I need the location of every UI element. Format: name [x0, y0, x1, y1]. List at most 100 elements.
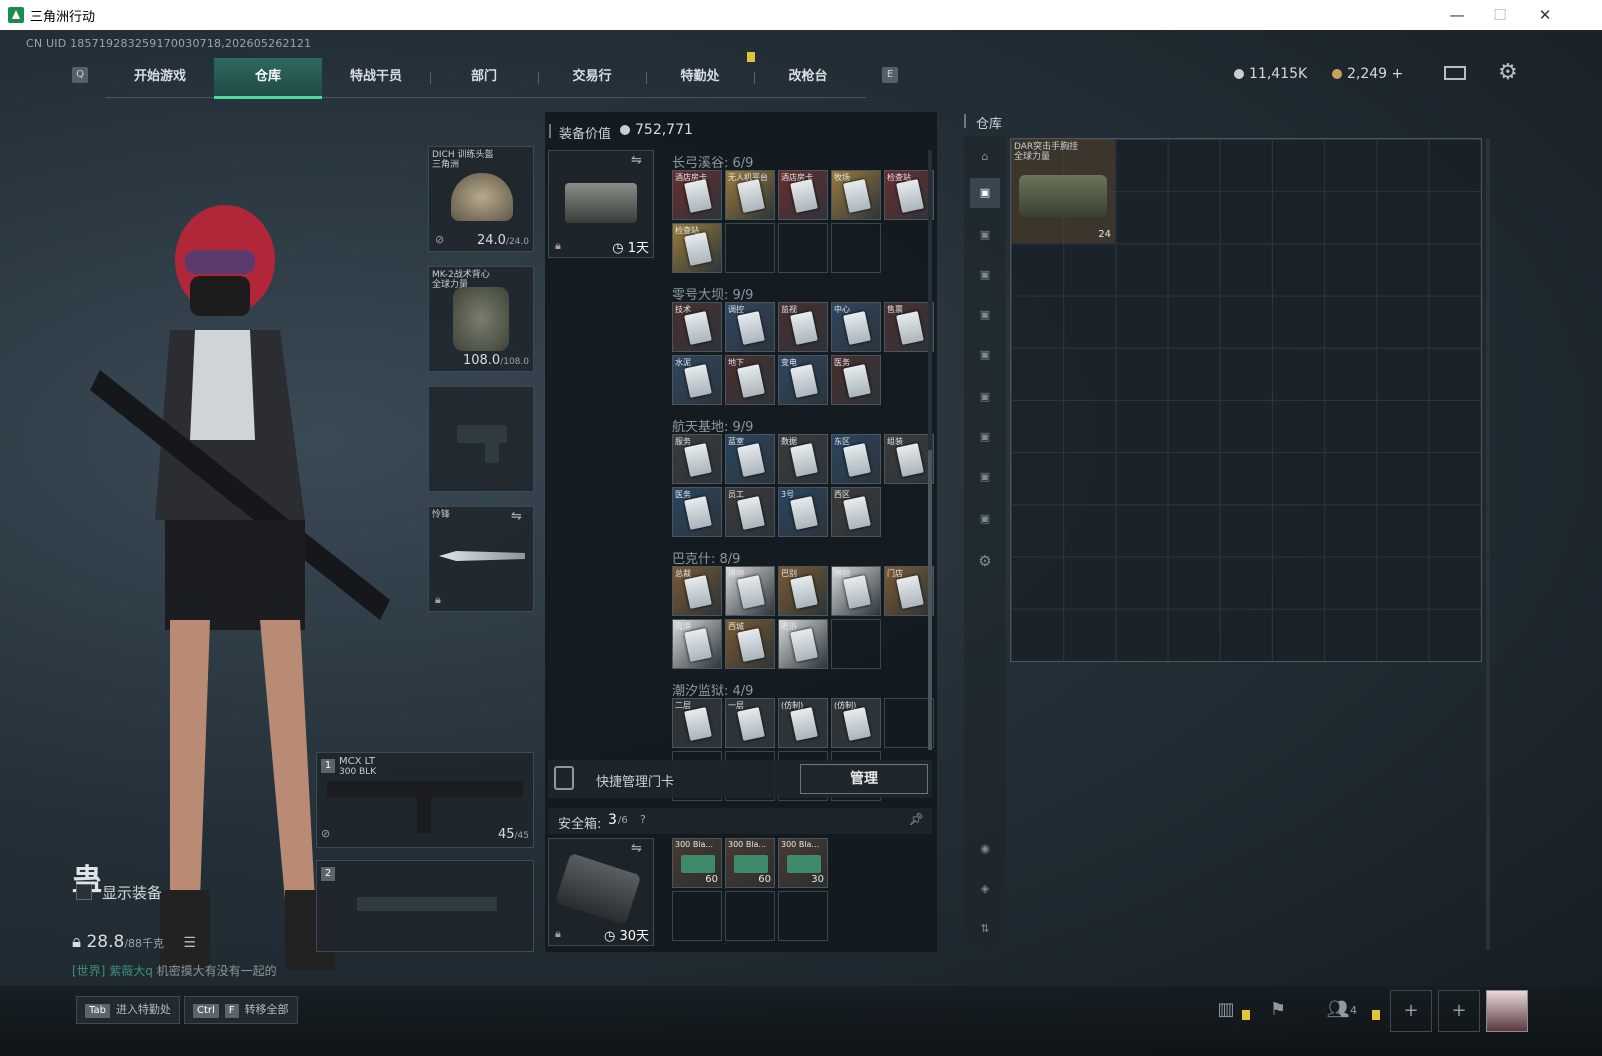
flag-icon[interactable]: ⚑ — [1258, 990, 1298, 1030]
keycard-empty-slot[interactable] — [725, 223, 775, 273]
safebox-ammo-item[interactable]: 300 Bla... 60 — [725, 838, 775, 888]
tab-special-ops[interactable]: 特勤处 — [646, 58, 754, 96]
invite-slot-1-plus-icon[interactable]: + — [1390, 990, 1432, 1032]
swap-icon[interactable]: ⇋ — [631, 153, 642, 168]
keycard-item[interactable]: 东区 — [831, 434, 881, 484]
keycard-item[interactable]: 博物 — [831, 566, 881, 616]
transfer-all-button[interactable]: Ctrl F 转移全部 — [184, 996, 298, 1024]
keycard-item[interactable]: 博物 — [725, 566, 775, 616]
tab-department[interactable]: 部门 — [430, 58, 538, 96]
storage-page-8-icon[interactable]: ▣ — [970, 462, 1000, 492]
keycard-scrollbar[interactable] — [928, 150, 932, 750]
storage-item-chest-rig[interactable]: DAR突击手胸挂 全球力量 24 — [1011, 139, 1115, 243]
keycard-item[interactable]: 酒店房卡 — [778, 170, 828, 220]
storage-page-2-icon[interactable]: ▣ — [970, 220, 1000, 250]
keycard-item[interactable]: 3号 — [778, 487, 828, 537]
keycard-item[interactable]: (仿制) — [831, 698, 881, 748]
keycard-empty-slot[interactable] — [778, 223, 828, 273]
keycard-item[interactable]: 监视 — [778, 302, 828, 352]
tab-operators[interactable]: 特战干员 — [322, 58, 430, 96]
melee-slot[interactable]: 怜锋 ⇋ 🔒︎ — [428, 506, 534, 612]
keycard-item[interactable]: 检查站 — [884, 170, 934, 220]
storage-sort-icon[interactable]: ⇅ — [970, 914, 1000, 944]
keycard-item[interactable]: 中心 — [831, 302, 881, 352]
keycard-item[interactable]: 地下 — [725, 355, 775, 405]
tab-gunsmith[interactable]: 改枪台 — [754, 58, 862, 96]
swap-icon[interactable]: ⇋ — [631, 841, 642, 856]
keycard-item[interactable]: 老浴 — [778, 619, 828, 669]
keycard-empty-slot[interactable] — [884, 698, 934, 748]
keycard-empty-slot[interactable] — [831, 223, 881, 273]
keycard-item[interactable]: 巴别 — [778, 566, 828, 616]
keycard-item[interactable]: 一层 — [725, 698, 775, 748]
keycard-item[interactable]: 海港 — [672, 619, 722, 669]
keycard-item[interactable]: 组装 — [884, 434, 934, 484]
pistol-slot[interactable] — [428, 386, 534, 492]
keycard-item[interactable]: 二层 — [672, 698, 722, 748]
tab-start-game[interactable]: 开始游戏 — [106, 58, 214, 96]
keycard-item[interactable]: 售票 — [884, 302, 934, 352]
storage-layers-icon[interactable]: ◈ — [970, 874, 1000, 904]
mail-icon[interactable] — [1444, 66, 1466, 80]
keycard-item[interactable]: 西区 — [831, 487, 881, 537]
storage-character-icon[interactable]: ◉ — [970, 834, 1000, 864]
keycard-item[interactable]: 总裁 — [672, 566, 722, 616]
safebox-empty-slot[interactable] — [778, 891, 828, 941]
keycard-item[interactable]: 变电 — [778, 355, 828, 405]
safebox-slot[interactable]: ⇋ 🔒︎ ◷ 30天 — [548, 838, 654, 946]
show-equipment-toggle[interactable]: 显示装备 — [76, 882, 162, 903]
settings-gear-icon[interactable]: ⚙ — [1498, 60, 1518, 85]
list-icon[interactable]: ☰ — [183, 935, 196, 951]
minimize-icon[interactable]: — — [1442, 4, 1472, 26]
keycard-item[interactable]: 员工 — [725, 487, 775, 537]
keycard-item[interactable]: 医务 — [831, 355, 881, 405]
chat-line[interactable]: [世界] 紫薇大q 机密摸大有没有一起的 — [72, 962, 277, 979]
keycard-item[interactable]: 牧场 — [831, 170, 881, 220]
keycard-item[interactable]: 调控 — [725, 302, 775, 352]
pin-icon[interactable]: 📌︎ — [909, 812, 924, 826]
armor-slot[interactable]: MK-2战术背心 全球力量 108.0/108.0 — [428, 266, 534, 372]
primary-weapon-slot-1[interactable]: 1 MCX LT 300 BLK ⊘ 45/45 — [316, 752, 534, 848]
close-icon[interactable]: ✕ — [1530, 4, 1560, 26]
keycard-empty-slot[interactable] — [831, 619, 881, 669]
tab-warehouse[interactable]: 仓库 — [214, 58, 322, 99]
keycard-item[interactable]: 无人机平台 — [725, 170, 775, 220]
keycard-item[interactable]: (仿制) — [778, 698, 828, 748]
enter-special-ops-button[interactable]: Tab 进入特勤处 — [76, 996, 180, 1024]
storage-page-3-icon[interactable]: ▣ — [970, 260, 1000, 290]
safebox-ammo-item[interactable]: 300 Bla... 30 — [778, 838, 828, 888]
storage-page-1-icon[interactable]: ▣ — [970, 178, 1000, 208]
keycard-item[interactable]: 服务 — [672, 434, 722, 484]
primary-weapon-slot-2[interactable]: 2 — [316, 860, 534, 952]
storage-page-5-icon[interactable]: ▣ — [970, 340, 1000, 370]
helmet-slot[interactable]: DICH 训练头盔 三角洲 ⊘ 24.0/24.0 — [428, 146, 534, 252]
keycard-item[interactable]: 西城 — [725, 619, 775, 669]
gold-currency[interactable]: 2,249 + — [1332, 66, 1403, 82]
keycard-item[interactable]: 蓝室 — [725, 434, 775, 484]
keycard-item[interactable]: 检查站 — [672, 223, 722, 273]
stats-chart-icon[interactable]: ▥ — [1206, 990, 1246, 1030]
storage-scrollbar[interactable] — [1486, 138, 1490, 950]
keycard-item[interactable]: 水泥 — [672, 355, 722, 405]
nav-left-key[interactable]: Q — [72, 67, 88, 83]
storage-settings-icon[interactable]: ⚙ — [970, 546, 1000, 576]
keycard-item[interactable]: 酒店房卡 — [672, 170, 722, 220]
storage-home-icon[interactable]: ⌂ — [970, 142, 1000, 172]
player-avatar[interactable] — [1486, 990, 1528, 1032]
keycard-holder-slot[interactable]: ⇋ 🔒︎ ◷ 1天 — [548, 150, 654, 258]
keycard-item[interactable]: 门店 — [884, 566, 934, 616]
safebox-empty-slot[interactable] — [725, 891, 775, 941]
nav-right-key[interactable]: E — [882, 67, 898, 83]
maximize-icon[interactable]: ☐ — [1485, 4, 1515, 26]
tab-trading[interactable]: 交易行 — [538, 58, 646, 96]
keycard-item[interactable]: 技术 — [672, 302, 722, 352]
safebox-empty-slot[interactable] — [672, 891, 722, 941]
safebox-help-icon[interactable]: ? — [640, 813, 646, 826]
storage-page-4-icon[interactable]: ▣ — [970, 300, 1000, 330]
safebox-ammo-item[interactable]: 300 Bla... 60 — [672, 838, 722, 888]
storage-page-6-icon[interactable]: ▣ — [970, 382, 1000, 412]
storage-page-9-icon[interactable]: ▣ — [970, 504, 1000, 534]
manage-button[interactable]: 管理 — [800, 764, 928, 794]
scrollbar-thumb[interactable] — [928, 450, 932, 750]
invite-slot-2-plus-icon[interactable]: + — [1438, 990, 1480, 1032]
